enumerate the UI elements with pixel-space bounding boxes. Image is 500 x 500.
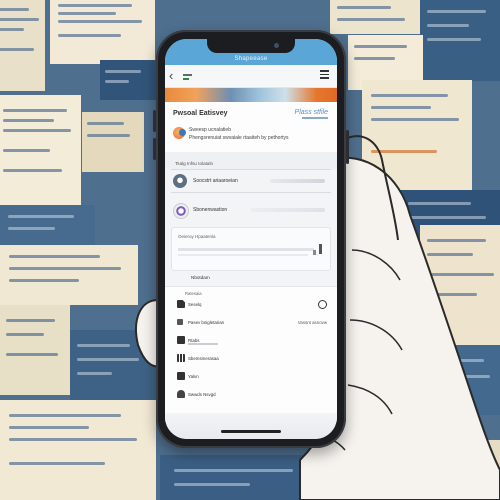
power-button xyxy=(346,130,349,164)
section-label: Nbotdam xyxy=(191,275,210,280)
phone-notch xyxy=(207,39,295,53)
profile-link[interactable]: Plass stfile xyxy=(295,109,328,116)
bottom-area xyxy=(165,413,337,439)
settings-row[interactable]: Soocstrt ariaaroeian xyxy=(165,170,337,192)
smartphone: Shapeease ‹ Pwsoal Eatisvey Plass stfile… xyxy=(153,30,349,448)
divider xyxy=(171,192,331,193)
settings-row[interactable]: Sbonenwastion xyxy=(165,199,337,221)
chevron-left-icon[interactable]: ‹ xyxy=(169,68,173,83)
home-indicator[interactable] xyxy=(221,430,281,433)
volume-button xyxy=(153,110,156,132)
list-item-title: Pasev bnigletarian xyxy=(188,320,225,325)
profile-description: Phengsrenuiat swvaiale rtaaiteh by petho… xyxy=(189,135,289,141)
card-line xyxy=(178,254,308,256)
slider-handle[interactable] xyxy=(313,250,316,255)
settings-list: Ratesaia Seselq Pasev bnigletarian Vassn… xyxy=(165,286,337,421)
list-item[interactable]: Sbemsmerasaa xyxy=(165,350,337,368)
user-circle-icon xyxy=(173,174,187,188)
nav-line xyxy=(183,74,192,76)
section-label: Tsalg Infsu tolataln xyxy=(165,152,337,169)
row-label: Sbonenwastion xyxy=(193,207,228,213)
user-icon xyxy=(177,390,185,398)
avatar[interactable] xyxy=(173,127,186,139)
row-label: Soocstrt ariaaroeian xyxy=(193,178,238,184)
list-item[interactable]: Pasev bnigletarian Vassnt asnovw xyxy=(165,314,337,332)
grid-icon xyxy=(177,354,185,362)
tag-icon xyxy=(177,319,183,325)
info-card[interactable]: Oeieruy Hpaatenla xyxy=(171,227,331,271)
profile-subtitle: Sweesp ucnalatieb xyxy=(189,127,231,133)
slider-handle[interactable] xyxy=(319,244,322,254)
list-item[interactable]: Seselq xyxy=(165,296,337,314)
list-item[interactable]: Swwds Nsvgd xyxy=(165,386,337,404)
header-banner xyxy=(165,88,337,102)
hamburger-menu-icon[interactable] xyxy=(320,70,329,81)
list-item-line xyxy=(188,343,218,345)
app-title: Shapeease xyxy=(234,56,268,62)
list-item-title: Seselq xyxy=(188,302,202,307)
image-icon xyxy=(177,372,185,380)
document-icon xyxy=(177,300,185,308)
nav-line xyxy=(183,78,189,80)
profile-header: Pwsoal Eatisvey Plass stfile Sweesp ucna… xyxy=(165,102,337,152)
sync-icon xyxy=(173,203,189,219)
nav-bar: ‹ xyxy=(165,65,337,88)
folder-icon xyxy=(177,336,185,344)
list-item-title: Yalvn xyxy=(188,374,199,379)
list-item-title: Swwds Nsvgd xyxy=(188,392,216,397)
camera-icon xyxy=(274,43,279,48)
volume-button xyxy=(153,138,156,160)
list-item[interactable]: Yalvn xyxy=(165,368,337,386)
underline xyxy=(302,117,328,119)
phone-screen: Shapeease ‹ Pwsoal Eatisvey Plass stfile… xyxy=(165,39,337,439)
list-item[interactable]: Rtabs xyxy=(165,332,337,350)
settings-circle-icon[interactable] xyxy=(318,300,327,309)
card-label: Oeieruy Hpaatenla xyxy=(178,234,216,239)
row-bar xyxy=(270,179,325,183)
list-item-title: Sbemsmerasaa xyxy=(188,356,219,361)
row-bar xyxy=(250,208,325,212)
profile-name: Pwsoal Eatisvey xyxy=(173,110,228,117)
card-line xyxy=(178,248,314,251)
list-item-value: Vassnt asnovw xyxy=(297,320,327,325)
